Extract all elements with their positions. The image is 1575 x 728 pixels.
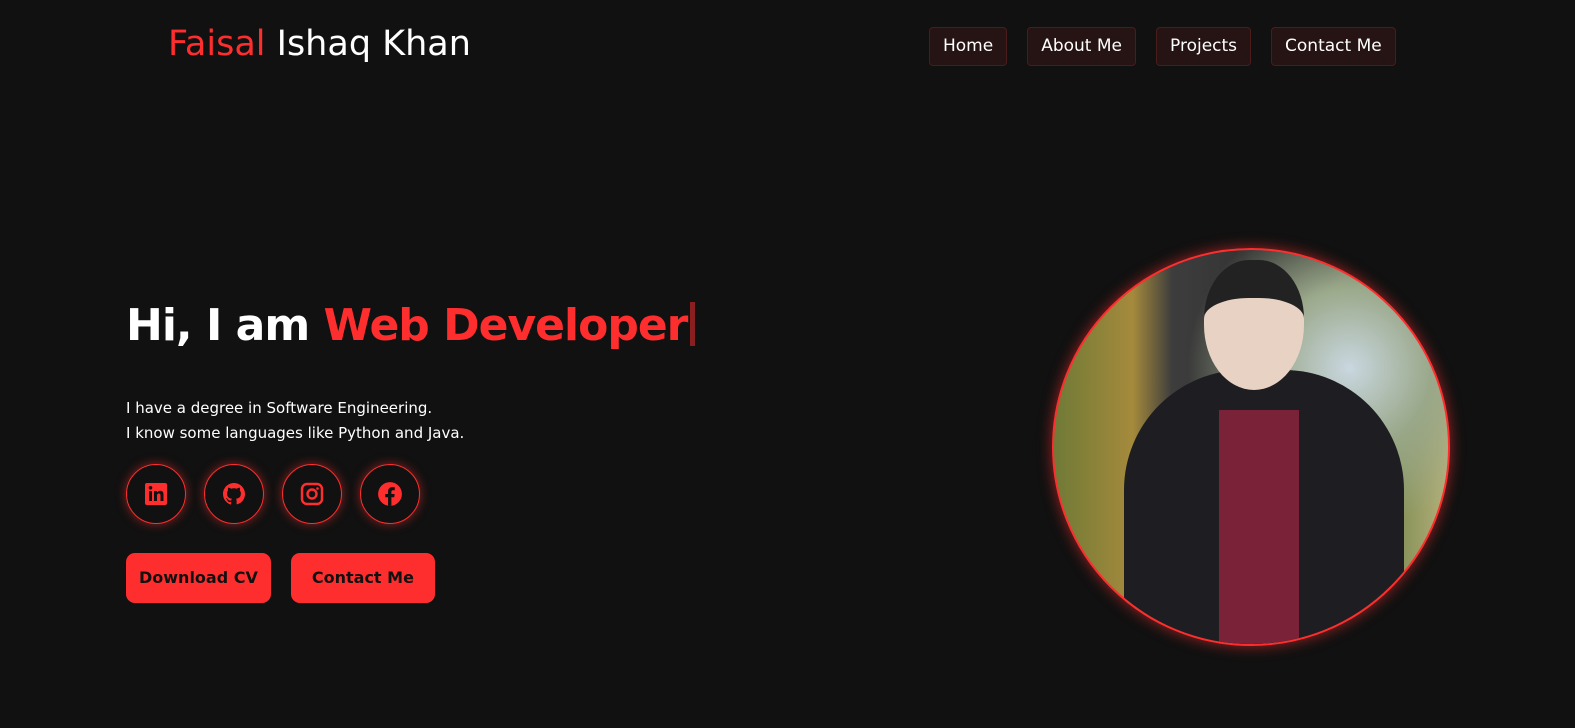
instagram-icon — [300, 482, 324, 506]
linkedin-link[interactable] — [126, 464, 186, 524]
logo-first-name: Faisal — [168, 24, 266, 64]
contact-me-button[interactable]: Contact Me — [290, 553, 435, 603]
logo-last-name: Ishaq Khan — [265, 24, 471, 64]
portrait-head — [1204, 260, 1304, 390]
nav-home[interactable]: Home — [929, 27, 1008, 66]
main-nav: Home About Me Projects Contact Me — [929, 27, 1396, 66]
greeting: Hi, I am — [126, 300, 324, 351]
nav-about[interactable]: About Me — [1027, 27, 1136, 66]
facebook-icon — [378, 482, 402, 506]
desc-line: I have a degree in Software Engineering. — [126, 399, 433, 417]
hero-heading: Hi, I am Web Developer — [126, 300, 696, 351]
nav-contact[interactable]: Contact Me — [1271, 27, 1396, 66]
facebook-link[interactable] — [360, 464, 420, 524]
typing-cursor — [690, 302, 696, 346]
desc-line: I know some languages like Python and Ja… — [126, 424, 465, 442]
typed-role: Web Developer — [323, 300, 689, 351]
site-logo[interactable]: Faisal Ishaq Khan — [168, 24, 471, 64]
download-cv-button[interactable]: Download CV — [126, 553, 271, 603]
instagram-link[interactable] — [282, 464, 342, 524]
portrait-shirt — [1219, 410, 1299, 644]
social-links — [126, 464, 420, 524]
profile-portrait — [1052, 248, 1450, 646]
linkedin-icon — [145, 483, 167, 505]
nav-projects[interactable]: Projects — [1156, 27, 1252, 66]
hero-description: I have a degree in Software Engineering.… — [126, 396, 464, 446]
github-icon — [223, 483, 245, 505]
hero-actions: Download CV Contact Me — [126, 553, 435, 603]
github-link[interactable] — [204, 464, 264, 524]
